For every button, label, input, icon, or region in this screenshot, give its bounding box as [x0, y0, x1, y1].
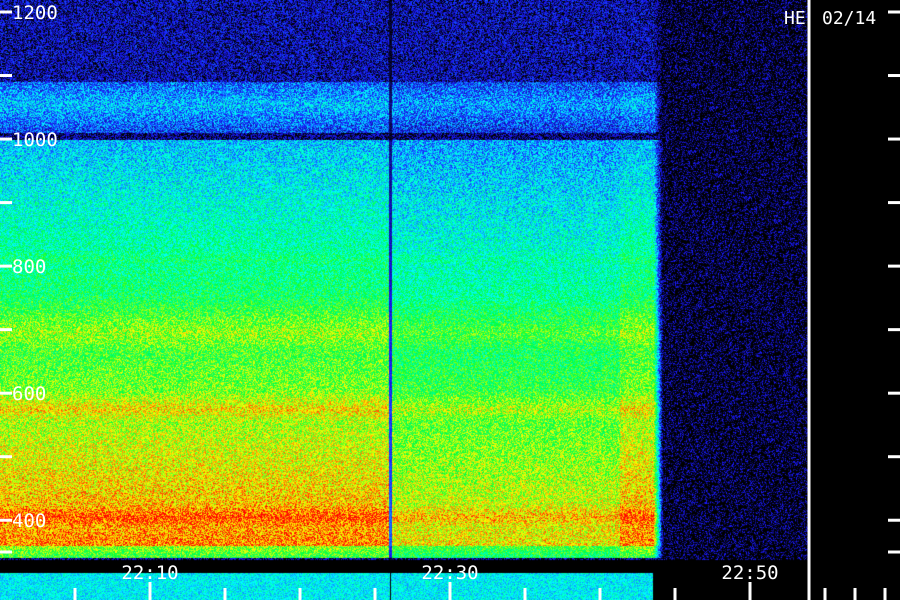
x-tick-label: 22:30 — [421, 562, 478, 584]
x-axis-tick-labels: 22:10 22:30 22:50 — [121, 562, 778, 584]
x-tick-label: 22:50 — [721, 562, 778, 584]
station-label: HE — [784, 8, 806, 29]
y-tick-label: 1000 — [12, 129, 58, 151]
y-tick-label: 400 — [12, 510, 46, 532]
chart-overlay: 1200 1000 800 600 400 22:10 22:30 22:50 HE 02/… — [0, 0, 900, 600]
date-label: 02/14 — [822, 8, 876, 29]
y-axis-tick-labels: 1200 1000 800 600 400 — [12, 2, 58, 532]
y-axis-ticks-right — [888, 10, 900, 554]
y-axis-ticks-left — [0, 10, 12, 554]
x-tick-label: 22:10 — [121, 562, 178, 584]
x-axis-ticks — [73, 582, 887, 600]
y-tick-label: 800 — [12, 256, 46, 278]
y-tick-label: 1200 — [12, 2, 58, 24]
y-tick-label: 600 — [12, 383, 46, 405]
